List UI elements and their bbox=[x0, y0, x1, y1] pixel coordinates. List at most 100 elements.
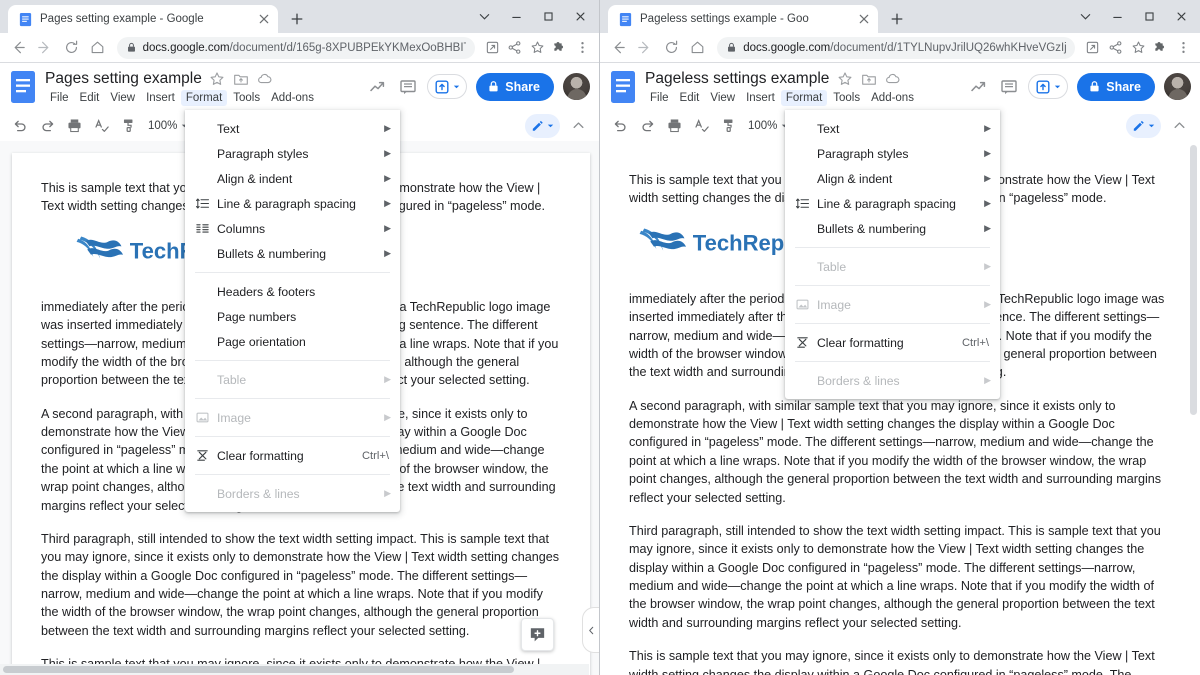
menu-insert[interactable]: Insert bbox=[741, 90, 780, 106]
maximize-icon[interactable] bbox=[533, 2, 563, 32]
close-icon[interactable] bbox=[856, 11, 872, 27]
extensions-puzzle-icon[interactable] bbox=[550, 37, 571, 59]
minimize-icon[interactable] bbox=[1102, 2, 1132, 32]
back-icon[interactable] bbox=[6, 35, 30, 61]
menu-edit[interactable]: Edit bbox=[75, 90, 105, 106]
reload-icon[interactable] bbox=[659, 35, 684, 61]
menu-option-line-paragraph-spacing[interactable]: Line & paragraph spacing ▶ bbox=[185, 191, 400, 216]
collapse-toolbar-chevron-up-icon[interactable] bbox=[1167, 113, 1192, 138]
home-icon[interactable] bbox=[85, 35, 109, 61]
present-button[interactable] bbox=[427, 74, 468, 99]
browser-tab[interactable]: Pages setting example - Google bbox=[8, 5, 278, 33]
open-in-new-icon[interactable] bbox=[1082, 37, 1103, 59]
cloud-saved-icon[interactable] bbox=[257, 71, 274, 88]
menu-option-clear-formatting[interactable]: Clear formatting Ctrl+\ bbox=[185, 443, 400, 468]
google-docs-logo-icon[interactable] bbox=[8, 68, 38, 106]
menu-tools[interactable]: Tools bbox=[228, 90, 265, 106]
comment-history-icon[interactable] bbox=[397, 76, 418, 97]
print-icon[interactable] bbox=[62, 113, 87, 138]
redo-icon[interactable] bbox=[635, 113, 660, 138]
comment-history-icon[interactable] bbox=[998, 76, 1019, 97]
star-icon[interactable] bbox=[836, 71, 853, 88]
menu-file[interactable]: File bbox=[45, 90, 74, 106]
menu-option-align-indent[interactable]: Align & indent ▶ bbox=[785, 166, 1000, 191]
move-to-folder-icon[interactable] bbox=[233, 71, 250, 88]
menu-format[interactable]: Format bbox=[180, 89, 228, 106]
menu-insert[interactable]: Insert bbox=[141, 90, 180, 106]
menu-edit[interactable]: Edit bbox=[675, 90, 705, 106]
redo-icon[interactable] bbox=[35, 113, 60, 138]
google-docs-logo-icon[interactable] bbox=[608, 68, 638, 106]
collapse-panel-chevron-left-icon[interactable] bbox=[582, 607, 599, 653]
zoom-selector[interactable]: 100% bbox=[748, 120, 789, 132]
menu-option-paragraph-styles[interactable]: Paragraph styles ▶ bbox=[185, 141, 400, 166]
menu-format[interactable]: Format bbox=[780, 89, 828, 106]
new-tab-button[interactable] bbox=[284, 6, 310, 32]
bookmark-star-icon[interactable] bbox=[527, 37, 548, 59]
browser-menu-icon[interactable] bbox=[572, 37, 593, 59]
menu-addons[interactable]: Add-ons bbox=[266, 90, 319, 106]
menu-addons[interactable]: Add-ons bbox=[866, 90, 919, 106]
menu-option-page-numbers[interactable]: Page numbers bbox=[185, 304, 400, 329]
paint-format-icon[interactable] bbox=[116, 113, 141, 138]
menu-file[interactable]: File bbox=[645, 90, 674, 106]
collapse-toolbar-chevron-up-icon[interactable] bbox=[566, 113, 591, 138]
activity-dashboard-icon[interactable] bbox=[367, 76, 388, 97]
menu-option-columns[interactable]: Columns ▶ bbox=[185, 216, 400, 241]
move-to-folder-icon[interactable] bbox=[860, 71, 877, 88]
reload-icon[interactable] bbox=[59, 35, 83, 61]
menu-option-text[interactable]: Text ▶ bbox=[785, 116, 1000, 141]
url-input[interactable]: docs.google.com/document/d/165g-8XPUBPEk… bbox=[116, 36, 475, 59]
editing-mode-button[interactable] bbox=[525, 113, 560, 138]
extensions-puzzle-icon[interactable] bbox=[1150, 37, 1171, 59]
browser-menu-icon[interactable] bbox=[1173, 37, 1194, 59]
maximize-icon[interactable] bbox=[1134, 2, 1164, 32]
add-comment-button[interactable] bbox=[521, 618, 554, 651]
menu-view[interactable]: View bbox=[105, 90, 140, 106]
cloud-saved-icon[interactable] bbox=[884, 71, 901, 88]
share-icon[interactable] bbox=[1105, 37, 1126, 59]
user-avatar[interactable] bbox=[1164, 73, 1191, 100]
share-button[interactable]: Share bbox=[476, 72, 554, 101]
undo-icon[interactable] bbox=[608, 113, 633, 138]
menu-option-line-paragraph-spacing[interactable]: Line & paragraph spacing ▶ bbox=[785, 191, 1000, 216]
paint-format-icon[interactable] bbox=[716, 113, 741, 138]
minimize-icon[interactable] bbox=[501, 2, 531, 32]
menu-tools[interactable]: Tools bbox=[828, 90, 865, 106]
menu-option-bullets-numbering[interactable]: Bullets & numbering ▶ bbox=[785, 216, 1000, 241]
close-window-icon[interactable] bbox=[565, 2, 595, 32]
present-button[interactable] bbox=[1028, 74, 1069, 99]
menu-option-page-orientation[interactable]: Page orientation bbox=[185, 329, 400, 354]
print-icon[interactable] bbox=[662, 113, 687, 138]
tab-search-chevron-down-icon[interactable] bbox=[469, 2, 499, 32]
horizontal-scrollbar[interactable] bbox=[0, 664, 589, 675]
close-window-icon[interactable] bbox=[1166, 2, 1196, 32]
zoom-selector[interactable]: 100% bbox=[148, 120, 189, 132]
share-button[interactable]: Share bbox=[1077, 72, 1155, 101]
menu-option-align-indent[interactable]: Align & indent ▶ bbox=[185, 166, 400, 191]
menu-option-paragraph-styles[interactable]: Paragraph styles ▶ bbox=[785, 141, 1000, 166]
new-tab-button[interactable] bbox=[884, 6, 910, 32]
url-input[interactable]: docs.google.com/document/d/1TYLNupvJrilU… bbox=[717, 36, 1076, 59]
menu-option-headers-footers[interactable]: Headers & footers bbox=[185, 279, 400, 304]
browser-tab[interactable]: Pageless settings example - Goo bbox=[608, 5, 878, 33]
close-icon[interactable] bbox=[256, 11, 272, 27]
vertical-scrollbar[interactable] bbox=[1188, 143, 1199, 673]
menu-option-clear-formatting[interactable]: Clear formatting Ctrl+\ bbox=[785, 330, 1000, 355]
tab-search-chevron-down-icon[interactable] bbox=[1070, 2, 1100, 32]
menu-option-text[interactable]: Text ▶ bbox=[185, 116, 400, 141]
spellcheck-icon[interactable] bbox=[89, 113, 114, 138]
spellcheck-icon[interactable] bbox=[689, 113, 714, 138]
open-in-new-icon[interactable] bbox=[482, 37, 503, 59]
user-avatar[interactable] bbox=[563, 73, 590, 100]
bookmark-star-icon[interactable] bbox=[1128, 37, 1149, 59]
undo-icon[interactable] bbox=[8, 113, 33, 138]
doc-title[interactable]: Pageless settings example bbox=[645, 70, 829, 88]
star-icon[interactable] bbox=[209, 71, 226, 88]
home-icon[interactable] bbox=[686, 35, 711, 61]
editing-mode-button[interactable] bbox=[1126, 113, 1161, 138]
forward-icon[interactable] bbox=[633, 35, 658, 61]
back-icon[interactable] bbox=[606, 35, 631, 61]
share-icon[interactable] bbox=[504, 37, 525, 59]
doc-title[interactable]: Pages setting example bbox=[45, 70, 202, 88]
